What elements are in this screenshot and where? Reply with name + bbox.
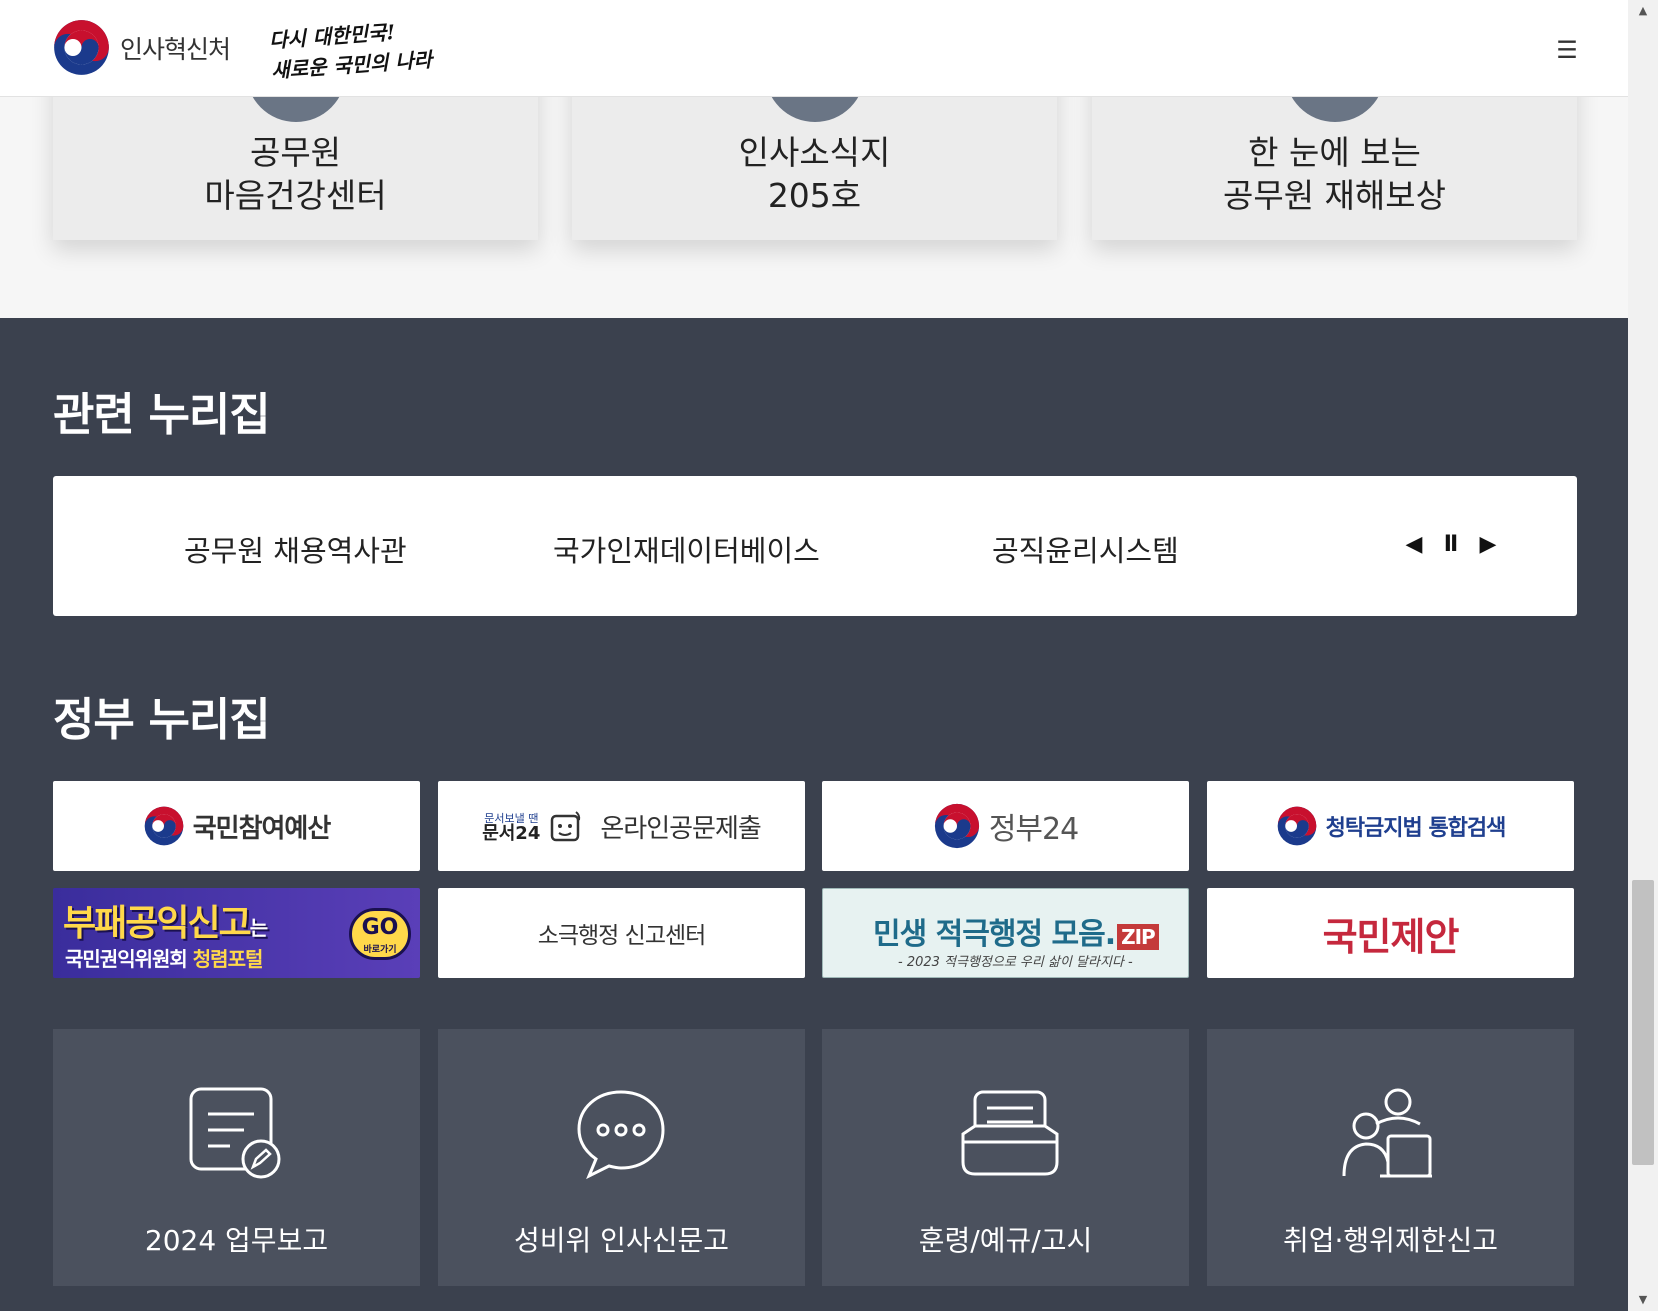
quick-link-label: 성비위 인사신문고 (514, 1224, 729, 1257)
quick-link-work-report[interactable]: 2024 업무보고 (53, 1029, 420, 1286)
related-link-recruitment-history[interactable]: 공무원 채용역사관 (184, 528, 407, 570)
tile-label: 소극행정 신고센터 (537, 923, 707, 949)
person-report-icon (1342, 1088, 1432, 1178)
chat-bubble-icon (577, 1090, 665, 1180)
page-scrollbar[interactable]: ▲ ▼ (1628, 0, 1658, 1311)
go-badge: GO 바로가기 (349, 908, 411, 960)
hamburger-menu-icon[interactable]: ☰ (1547, 38, 1587, 62)
card-title: 인사소식지 205호 (738, 133, 891, 215)
related-link-ethics-system[interactable]: 공직윤리시스템 (992, 528, 1179, 570)
taeguk-icon (1277, 806, 1316, 846)
tile-label: 온라인공문제출 (600, 813, 761, 844)
quick-link-sexual-misconduct-report[interactable]: 성비위 인사신문고 (438, 1029, 805, 1286)
site-header: 인사혁신처 다시 대한민국! 새로운 국민의 나라 ☰ (0, 0, 1628, 97)
tile-label: 청탁금지법 통합검색 (1325, 816, 1507, 841)
carousel-pause-icon[interactable]: Ⅱ (1437, 531, 1465, 559)
report-edit-icon (189, 1087, 281, 1179)
taeguk-icon (934, 803, 979, 849)
gov-tile-corruption-report[interactable]: 부패공익신고는 국민권익위원회 청렴포털 GO 바로가기 (53, 888, 420, 978)
gov-tile-doc24[interactable]: 문서보낼 땐 문서24 온라인공문제출 (438, 781, 805, 871)
carousel-next-icon[interactable]: ▶ (1474, 531, 1502, 559)
gov-tile-participatory-budget[interactable]: 국민참여예산 (53, 781, 420, 871)
carousel-prev-icon[interactable]: ◀ (1400, 531, 1428, 559)
gov-tile-gov24[interactable]: 정부24 (822, 781, 1189, 871)
scroll-thumb[interactable] (1632, 880, 1654, 1165)
doc24-robot-icon (551, 811, 581, 842)
doc24-brand: 문서24 (482, 823, 541, 844)
card-title: 한 눈에 보는 공무원 재해보상 (1222, 133, 1446, 215)
banner-subline: 국민권익위원회 청렴포털 (65, 947, 263, 971)
gov-tile-public-proposal[interactable]: 국민제안 (1207, 888, 1574, 978)
gov-sites-title: 정부 누리집 (53, 693, 271, 746)
quick-link-label: 훈령/예규/고시 (918, 1224, 1093, 1257)
gov-tile-passive-admin-report[interactable]: 소극행정 신고센터 (438, 888, 805, 978)
banner-headline: 민생 적극행정 모음. ZIP (873, 909, 1159, 953)
tile-label: 정부24 (988, 812, 1079, 847)
gov-tile-proactive-admin-zip[interactable]: 민생 적극행정 모음. ZIP - 2023 적극행정으로 우리 삶이 달라지다 … (822, 888, 1189, 978)
tile-label: 국민제안 (1322, 914, 1460, 959)
related-sites-carousel: 공무원 채용역사관 국가인재데이터베이스 공직윤리시스템 ◀ Ⅱ ▶ (53, 476, 1577, 616)
card-title: 공무원 마음건강센터 (204, 133, 387, 215)
org-name: 인사혁신처 (120, 34, 231, 64)
banner-subline: - 2023 적극행정으로 우리 삶이 달라지다 - (898, 955, 1133, 970)
footer-links-section: 관련 누리집 공무원 채용역사관 국가인재데이터베이스 공직윤리시스템 ◀ Ⅱ … (0, 318, 1628, 1311)
related-link-talent-database[interactable]: 국가인재데이터베이스 (553, 528, 820, 570)
site-logo[interactable]: 인사혁신처 (53, 19, 231, 76)
document-tray-icon (961, 1090, 1059, 1176)
scroll-down-arrow-icon[interactable]: ▼ (1628, 1289, 1658, 1311)
quick-link-label: 2024 업무보고 (144, 1224, 329, 1257)
taeguk-logo-icon (54, 20, 109, 75)
related-sites-title: 관련 누리집 (53, 388, 271, 441)
scroll-up-arrow-icon[interactable]: ▲ (1628, 0, 1658, 22)
doc24-logo: 문서보낼 땐 문서24 (482, 811, 541, 844)
taeguk-icon (144, 806, 184, 846)
quick-link-label: 취업·행위제한신고 (1283, 1224, 1498, 1257)
gov-tile-anti-graft-search[interactable]: 청탁금지법 통합검색 (1207, 781, 1574, 871)
banner-headline: 부패공익신고는 (63, 903, 268, 944)
tile-label: 국민참여예산 (192, 813, 332, 844)
quick-link-employment-restriction[interactable]: 취업·행위제한신고 (1207, 1029, 1574, 1286)
quick-link-directives[interactable]: 훈령/예규/고시 (822, 1029, 1189, 1286)
slogan: 다시 대한민국! 새로운 국민의 나라 (268, 14, 433, 85)
